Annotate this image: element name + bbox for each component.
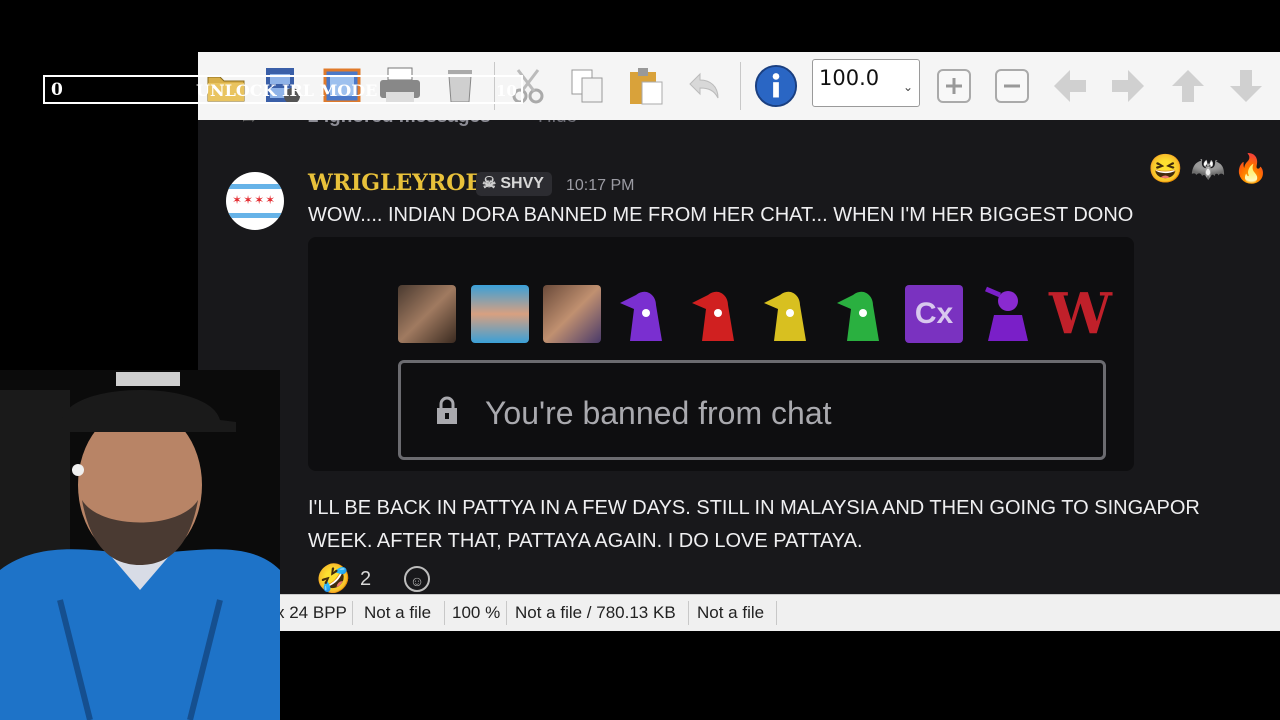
chevron-down-icon: ⌄ — [902, 80, 913, 94]
purple-peepo-emote — [620, 291, 662, 341]
cx-emote: Cx — [905, 285, 963, 343]
previous-arrow-icon[interactable] — [1048, 64, 1092, 108]
hide-link[interactable]: Hide — [538, 120, 577, 128]
reaction-count: 2 — [360, 568, 372, 590]
lock-icon — [437, 396, 457, 424]
goal-target: 10 — [496, 82, 517, 100]
avatar[interactable]: ✶✶✶✶ — [226, 172, 284, 230]
toolbar-separator — [740, 62, 741, 110]
ignored-icon: ➦ — [242, 120, 257, 129]
salute-emote — [985, 286, 1028, 341]
next-arrow-icon[interactable] — [1106, 64, 1150, 108]
red-peepo-emote — [692, 291, 734, 341]
copy-icon[interactable] — [566, 64, 610, 108]
ignored-messages-label: 2 ignored messages — [308, 120, 491, 128]
message-text: WOW.... INDIAN DORA BANNED ME FROM HER C… — [308, 204, 1134, 226]
goal-label: UNLOCK IRL MODE — [196, 81, 378, 100]
status-divider — [352, 601, 353, 625]
up-arrow-icon[interactable] — [1166, 64, 1210, 108]
fire-icon[interactable]: 🔥 — [1234, 153, 1269, 184]
chat-view: ➦ 2 ignored messages Hide ✶✶✶✶ WRIGLEYRO… — [198, 120, 1280, 594]
zoom-value: 100.0 — [819, 66, 880, 90]
add-reaction-icon[interactable]: ☺ — [404, 566, 430, 592]
zoom-out-icon[interactable] — [990, 64, 1034, 108]
status-divider — [688, 601, 689, 625]
goal-current-count: 0 — [51, 80, 63, 100]
zoom-in-icon[interactable] — [932, 64, 976, 108]
w-emote: W — [1049, 281, 1112, 347]
user-badge: ☠ SHVY — [476, 172, 552, 196]
portrait-emote — [543, 285, 601, 343]
undo-icon[interactable] — [684, 64, 728, 108]
rofl-icon[interactable]: 🤣 — [316, 562, 351, 594]
username[interactable]: WRIGLEYROB — [308, 170, 484, 196]
info-icon[interactable] — [754, 64, 798, 108]
status-bpp: x 24 BPP — [276, 603, 347, 622]
message-text: I'LL BE BACK IN PATTYA IN A FEW DAYS. ST… — [308, 492, 1280, 558]
badge-label: SHVY — [500, 175, 544, 192]
down-arrow-icon[interactable] — [1224, 64, 1268, 108]
portrait-emote — [471, 285, 529, 343]
zoom-select[interactable]: 100.0 ⌄ — [812, 59, 920, 107]
grinning-squint-icon[interactable]: 😆 — [1148, 153, 1183, 184]
paste-icon[interactable] — [624, 64, 668, 108]
status-divider — [444, 601, 445, 625]
green-peepo-emote — [837, 291, 879, 341]
status-divider — [776, 601, 777, 625]
status-size: Not a file / 780.13 KB — [515, 603, 676, 622]
bat-icon[interactable]: 🦇 — [1191, 153, 1226, 184]
status-zoom: 100 % — [452, 603, 501, 622]
portrait-emote — [398, 285, 456, 343]
yellow-peepo-emote — [764, 291, 806, 341]
skull-icon: ☠ — [482, 175, 497, 192]
status-file: Not a file — [364, 603, 432, 622]
status-bar: x 24 BPP Not a file 100 % Not a file / 7… — [198, 594, 1280, 631]
banned-notice: You're banned from chat — [398, 360, 1106, 460]
message-line: WEEK. AFTER THAT, PATTAYA AGAIN. I DO LO… — [308, 530, 863, 552]
status-divider — [506, 601, 507, 625]
image-embed[interactable]: Cx W You're banned from chat — [308, 237, 1134, 471]
image-viewer-window: 100.0 ⌄ ➦ 2 ignored messages Hide ✶✶✶✶ — [198, 52, 1280, 631]
message-line: I'LL BE BACK IN PATTYA IN A FEW DAYS. ST… — [308, 497, 1200, 519]
webcam-feed — [0, 370, 280, 720]
status-file: Not a file — [697, 603, 765, 622]
banned-text: You're banned from chat — [485, 395, 832, 431]
message-timestamp: 10:17 PM — [566, 177, 635, 194]
quick-reactions: 😆 🦇 🔥 — [1148, 152, 1277, 185]
